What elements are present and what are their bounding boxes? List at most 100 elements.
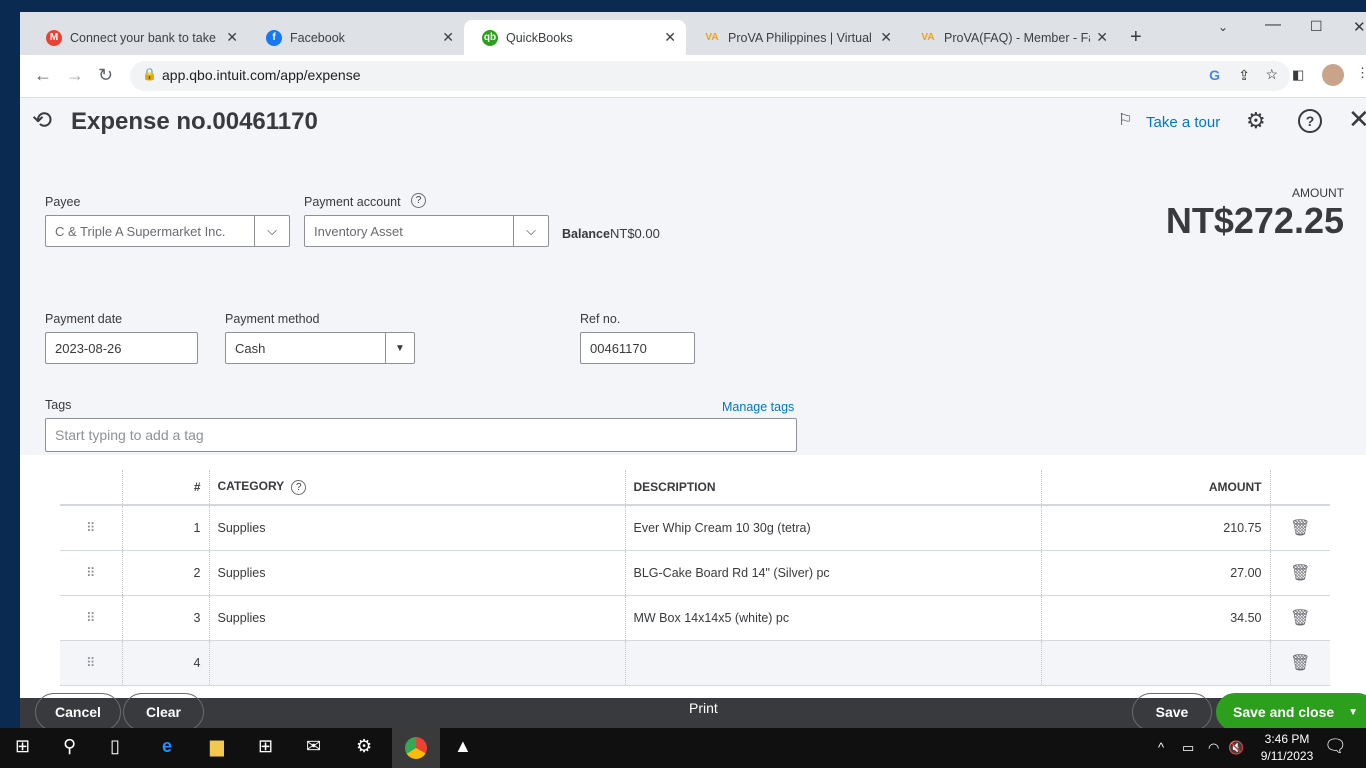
row-category[interactable]: Supplies: [208, 550, 625, 596]
tab-prova[interactable]: VA ProVA Philippines | Virtual As ✕: [686, 20, 902, 55]
cancel-button[interactable]: Cancel: [35, 693, 121, 728]
payment-date-input[interactable]: 2023-08-26: [45, 332, 198, 364]
table-row[interactable]: ⠿ 3 Supplies MW Box 14x14x5 (white) pc 34.50…: [60, 595, 1330, 641]
trash-icon[interactable]: 🗑: [1269, 640, 1330, 686]
expense-page: ⟲ Expense no.00461170 ⚐ Take a tour ⚙ ? …: [20, 98, 1366, 698]
new-tab-button[interactable]: +: [1130, 26, 1142, 49]
trash-icon[interactable]: 🗑: [1269, 550, 1330, 596]
windows-taskbar: ⊞ ⚲ ▯ e ▆ ⊞ ✉ ⚙ ▲ ^ ▭ ◠ 🔇 3:46 PM 9/11/2…: [0, 728, 1366, 768]
windows-start-icon[interactable]: ⊞: [15, 736, 30, 757]
ref-value: 00461170: [590, 341, 647, 356]
caret-down-icon[interactable]: ▼: [1348, 707, 1358, 718]
trash-icon[interactable]: 🗑: [1269, 505, 1330, 551]
settings-gear-icon[interactable]: ⚙: [1246, 108, 1266, 134]
tab-prova-faq[interactable]: VA ProVA(FAQ) - Member - Faq ✕: [902, 20, 1118, 55]
wifi-icon[interactable]: ◠: [1208, 740, 1219, 756]
take-tour-link[interactable]: Take a tour: [1146, 114, 1220, 131]
menu-icon[interactable]: ⋮: [1356, 65, 1366, 81]
close-tab-icon[interactable]: ✕: [442, 29, 454, 46]
tags-input[interactable]: Start typing to add a tag: [45, 418, 797, 452]
row-description[interactable]: [624, 640, 1041, 686]
tab-gmail[interactable]: M Connect your bank to take co ✕: [28, 20, 248, 55]
payment-method-label: Payment method: [225, 312, 320, 326]
help-icon[interactable]: ?: [411, 193, 426, 208]
payee-select[interactable]: C & Triple A Supermarket Inc. ⌵: [45, 215, 290, 247]
reload-icon[interactable]: ↻: [98, 65, 113, 86]
payment-date-label: Payment date: [45, 312, 123, 326]
forward-icon[interactable]: →: [66, 65, 84, 86]
table-row[interactable]: ⠿ 2 Supplies BLG-Cake Board Rd 14" (Silver)…: [60, 550, 1330, 596]
share-icon[interactable]: ⇪: [1238, 67, 1250, 84]
payment-account-select[interactable]: Inventory Asset ⌵: [304, 215, 549, 247]
close-icon[interactable]: ✕: [1348, 104, 1366, 135]
row-category[interactable]: Supplies: [208, 505, 625, 551]
row-description[interactable]: BLG-Cake Board Rd 14" (Silver) pc: [624, 550, 1041, 596]
chevron-down-icon[interactable]: ⌵: [513, 216, 548, 246]
task-view-icon[interactable]: ▯: [110, 736, 120, 757]
total-amount: NT$272.25: [1165, 200, 1344, 241]
row-category[interactable]: [208, 640, 625, 686]
clock-time[interactable]: 3:46 PM: [1262, 732, 1312, 746]
row-amount[interactable]: 34.50: [1040, 595, 1270, 641]
help-icon[interactable]: ?: [291, 480, 307, 495]
manage-tags-link[interactable]: Manage tags: [722, 400, 794, 414]
maximize-button[interactable]: ☐: [1310, 18, 1323, 35]
battery-icon[interactable]: ▭: [1182, 740, 1194, 756]
help-icon[interactable]: ?: [1298, 109, 1322, 133]
ref-no-input[interactable]: 00461170: [580, 332, 695, 364]
chrome-taskbar-button[interactable]: [392, 728, 440, 768]
print-button[interactable]: Print: [689, 700, 718, 716]
recent-transactions-icon[interactable]: ⟲: [32, 106, 52, 135]
row-amount[interactable]: 210.75: [1040, 505, 1270, 551]
payment-method-select[interactable]: Cash ▼: [225, 332, 415, 364]
table-row[interactable]: ⠿ 1 Supplies Ever Whip Cream 10 30g (tetra)…: [60, 505, 1330, 551]
clock-date[interactable]: 9/11/2023: [1255, 749, 1319, 763]
tab-facebook[interactable]: f Facebook ✕: [248, 20, 464, 55]
close-tab-icon[interactable]: ✕: [880, 29, 892, 46]
caret-down-icon[interactable]: ▼: [385, 333, 414, 363]
account-value: Inventory Asset: [314, 224, 403, 239]
search-icon[interactable]: ⚲: [63, 736, 76, 757]
row-category[interactable]: Supplies: [208, 595, 625, 641]
date-value: 2023-08-26: [55, 341, 122, 356]
chevron-down-icon[interactable]: ⌵: [254, 216, 289, 246]
settings-icon[interactable]: ⚙: [356, 736, 372, 757]
drag-handle-icon[interactable]: ⠿: [60, 595, 122, 641]
close-window-button[interactable]: ✕: [1353, 18, 1366, 36]
row-description[interactable]: Ever Whip Cream 10 30g (tetra): [624, 505, 1041, 551]
clear-button[interactable]: Clear: [123, 693, 204, 728]
row-amount[interactable]: 27.00: [1040, 550, 1270, 596]
notifications-icon[interactable]: 🗨: [1324, 736, 1347, 757]
drag-handle-icon[interactable]: ⠿: [60, 505, 122, 551]
side-panel-icon[interactable]: ◧: [1292, 67, 1304, 83]
profile-avatar[interactable]: [1322, 64, 1344, 86]
file-explorer-icon[interactable]: ▆: [210, 736, 224, 757]
mail-icon[interactable]: ✉: [306, 736, 321, 757]
back-icon[interactable]: ←: [34, 65, 52, 86]
close-tab-icon[interactable]: ✕: [226, 29, 238, 46]
row-amount[interactable]: [1040, 640, 1270, 686]
tab-quickbooks[interactable]: qb QuickBooks ✕: [464, 20, 686, 55]
save-button[interactable]: Save: [1132, 693, 1212, 728]
volume-muted-icon[interactable]: 🔇: [1228, 740, 1244, 756]
drag-handle-icon[interactable]: ⠿: [60, 640, 122, 686]
edge-icon[interactable]: e: [162, 736, 172, 757]
trash-icon[interactable]: 🗑: [1269, 595, 1330, 641]
tab-strip: M Connect your bank to take co ✕ f Facebook…: [20, 12, 1366, 55]
facebook-icon: f: [266, 29, 282, 46]
close-tab-icon[interactable]: ✕: [664, 29, 676, 46]
table-row[interactable]: ⠿ 4 🗑: [60, 640, 1330, 686]
google-icon[interactable]: G: [1209, 67, 1220, 83]
tray-chevron-icon[interactable]: ^: [1158, 740, 1164, 755]
store-icon[interactable]: ⊞: [258, 736, 273, 757]
save-and-close-button[interactable]: Save and close ▼: [1216, 693, 1366, 728]
drag-handle-icon[interactable]: ⠿: [60, 550, 122, 596]
url-input[interactable]: 🔒 app.qbo.intuit.com/app/expense G ⇪ ☆: [130, 61, 1290, 91]
minimize-button[interactable]: —: [1265, 16, 1281, 34]
row-description[interactable]: MW Box 14x14x5 (white) pc: [624, 595, 1041, 641]
close-tab-icon[interactable]: ✕: [1096, 29, 1108, 46]
bookmark-star-icon[interactable]: ☆: [1265, 66, 1278, 83]
photos-icon[interactable]: ▲: [454, 736, 472, 757]
tags-placeholder: Start typing to add a tag: [55, 427, 204, 443]
tab-search-icon[interactable]: ⌄: [1218, 20, 1228, 34]
